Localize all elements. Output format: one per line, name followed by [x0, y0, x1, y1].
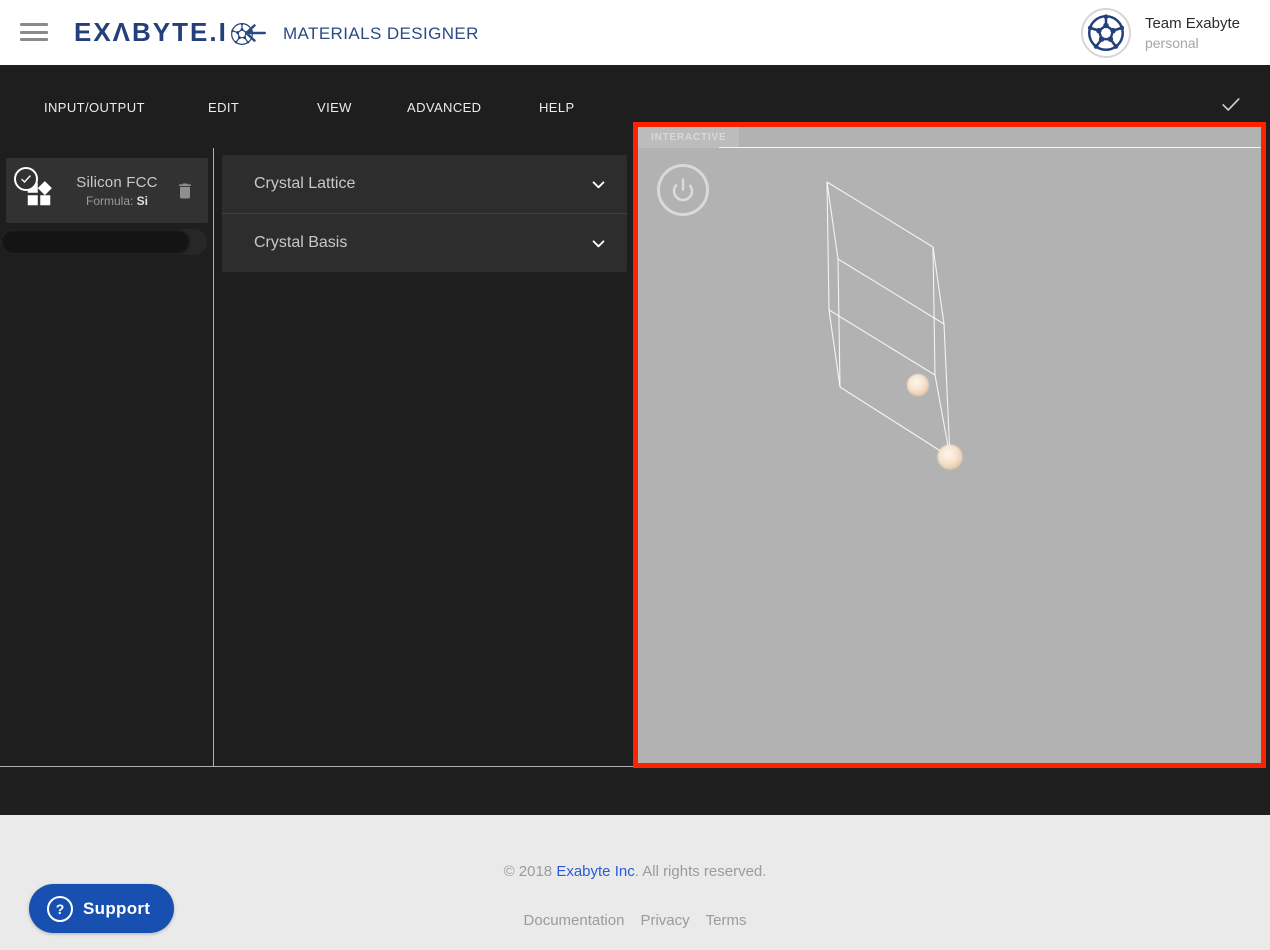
- workspace: INPUT/OUTPUT EDIT VIEW ADVANCED HELP: [0, 65, 1270, 815]
- page-title: MATERIALS DESIGNER: [283, 24, 479, 44]
- app-header: EXΛBYTE.I MATERIALS DESIGNER: [0, 0, 1270, 65]
- company-link[interactable]: Exabyte Inc: [556, 863, 634, 880]
- section-crystal-basis[interactable]: Crystal Basis: [222, 213, 627, 272]
- menu-input-output[interactable]: INPUT/OUTPUT: [44, 100, 145, 115]
- apply-check-icon[interactable]: [1220, 93, 1242, 115]
- hamburger-menu-icon[interactable]: [20, 23, 48, 43]
- chevron-down-icon: [590, 235, 607, 252]
- selected-check-icon: [14, 167, 38, 191]
- user-name: Team Exabyte: [1145, 15, 1240, 32]
- menu-help[interactable]: HELP: [539, 100, 575, 115]
- user-account-chip[interactable]: Team Exabyte personal: [1081, 8, 1240, 58]
- sidebar-scrollbar-track: [0, 229, 207, 255]
- avatar: [1081, 8, 1131, 58]
- material-formula: Formula: Si: [64, 194, 170, 208]
- sidebar-scrollbar-thumb[interactable]: [3, 232, 188, 252]
- support-button[interactable]: ? Support: [29, 884, 174, 933]
- back-arrow-icon[interactable]: [242, 20, 268, 46]
- page-footer: © 2018 Exabyte Inc. All rights reserved.…: [0, 815, 1270, 950]
- copyright: © 2018 Exabyte Inc. All rights reserved.: [0, 863, 1270, 880]
- menu-advanced[interactable]: ADVANCED: [407, 100, 481, 115]
- material-card-silicon-fcc[interactable]: Silicon FCC Formula: Si: [6, 158, 208, 223]
- material-icon: [12, 165, 64, 217]
- material-name: Silicon FCC: [64, 174, 170, 191]
- menu-edit[interactable]: EDIT: [208, 100, 239, 115]
- chevron-down-icon: [590, 176, 607, 193]
- material-editor-accordion: Crystal Lattice Crystal Basis: [222, 155, 627, 272]
- exabyte-logo[interactable]: EXΛBYTE.I: [74, 17, 254, 48]
- logo-text: EXΛBYTE.I: [74, 17, 228, 48]
- materials-designer-page: EXΛBYTE.I MATERIALS DESIGNER: [0, 0, 1270, 950]
- user-context: personal: [1145, 35, 1240, 51]
- question-mark-icon: ?: [47, 896, 73, 922]
- link-privacy[interactable]: Privacy: [640, 912, 689, 929]
- bottom-divider: [0, 766, 633, 767]
- link-terms[interactable]: Terms: [706, 912, 747, 929]
- section-crystal-lattice[interactable]: Crystal Lattice: [222, 155, 627, 213]
- sidebar-divider: [213, 148, 214, 766]
- delete-material-button[interactable]: [170, 180, 200, 202]
- viewer-canvas[interactable]: INTERACTIVE: [633, 122, 1266, 768]
- crystal-cell-wireframe: [638, 127, 1261, 763]
- link-documentation[interactable]: Documentation: [524, 912, 625, 929]
- menu-view[interactable]: VIEW: [317, 100, 352, 115]
- trash-icon: [175, 180, 195, 202]
